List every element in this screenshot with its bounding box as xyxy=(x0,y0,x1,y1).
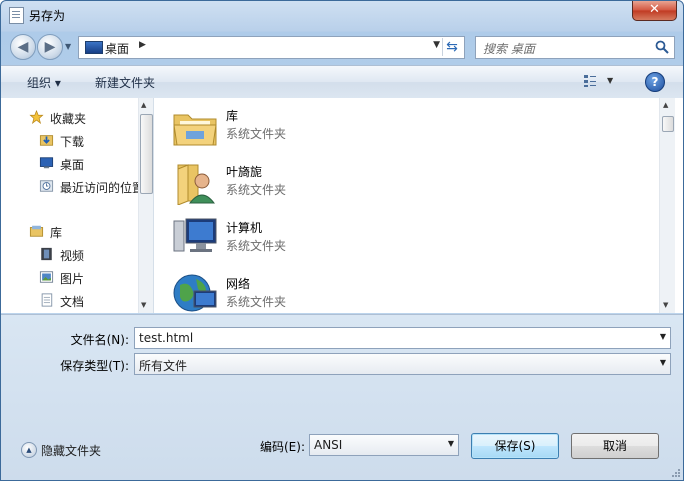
encoding-value: ANSI xyxy=(314,438,343,452)
search-placeholder: 搜索 桌面 xyxy=(483,42,535,56)
sidebar-item-label: 最近访问的位置 xyxy=(60,181,145,195)
encoding-select[interactable]: ANSI ▼ xyxy=(309,434,459,456)
scroll-down-icon[interactable]: ▼ xyxy=(663,301,668,309)
file-type: 系统文件夹 xyxy=(226,295,287,309)
cancel-button[interactable]: 取消 xyxy=(571,433,659,459)
library-icon xyxy=(29,225,44,237)
file-name: 叶旖旎 xyxy=(226,165,263,179)
sidebar-item-label: 视频 xyxy=(60,249,85,263)
help-button[interactable]: ? xyxy=(645,72,665,92)
sidebar-item-label: 文档 xyxy=(60,295,85,309)
window-title: 另存为 xyxy=(29,9,66,23)
sidebar-item-libraries[interactable]: 库 xyxy=(1,222,138,242)
encoding-label: 编码(E): xyxy=(260,440,305,454)
sidebar-item-desktop[interactable]: 桌面 xyxy=(1,154,138,174)
address-bar[interactable]: 桌面 ▶ ▼ ⇆ xyxy=(78,36,465,59)
forward-button[interactable]: ▶ xyxy=(37,34,63,60)
pictures-icon xyxy=(39,271,54,283)
file-list-scrollbar[interactable]: ▲ ▼ xyxy=(659,98,675,313)
computer-icon xyxy=(173,218,217,252)
filename-field[interactable]: test.html ▼ xyxy=(134,327,671,349)
user-folder-icon xyxy=(177,164,216,205)
organize-menu-button[interactable]: 组织 ▾ xyxy=(27,74,61,91)
view-options-icon[interactable] xyxy=(583,74,597,88)
desktop-location-icon xyxy=(85,41,103,54)
new-folder-button[interactable]: 新建文件夹 xyxy=(95,74,155,91)
scrollbar-thumb[interactable] xyxy=(140,114,153,194)
file-type: 系统文件夹 xyxy=(226,127,287,141)
save-as-dialog: 另存为 ✕ ◀ ▶ ▼ 桌面 ▶ ▼ ⇆ 搜索 桌面 组织 ▾ 新建文件夹 ▼ … xyxy=(0,0,684,481)
chevron-down-icon[interactable]: ▼ xyxy=(660,358,666,367)
breadcrumb-chevron-icon[interactable]: ▶ xyxy=(139,40,146,50)
network-icon xyxy=(173,274,217,312)
filetype-value: 所有文件 xyxy=(139,359,188,373)
notepad-icon xyxy=(9,7,24,24)
sidebar-item-label: 图片 xyxy=(60,272,85,286)
sidebar-item-downloads[interactable]: 下载 xyxy=(1,131,138,151)
sidebar-item-pictures[interactable]: 图片 xyxy=(1,268,138,288)
file-name: 网络 xyxy=(226,277,251,291)
resize-grip-icon[interactable] xyxy=(671,468,681,478)
scroll-up-icon[interactable]: ▲ xyxy=(141,101,146,109)
view-dropdown-icon[interactable]: ▼ xyxy=(607,76,613,85)
sidebar-item-videos[interactable]: 视频 xyxy=(1,245,138,265)
sidebar-item-label: 收藏夹 xyxy=(50,112,87,126)
recent-places-icon xyxy=(39,180,54,192)
download-folder-icon xyxy=(39,135,54,146)
filetype-select[interactable]: 所有文件 ▼ xyxy=(134,353,671,375)
navigation-bar: ◀ ▶ ▼ 桌面 ▶ ▼ ⇆ 搜索 桌面 xyxy=(1,31,683,63)
sidebar-item-label: 下载 xyxy=(60,135,85,149)
list-item[interactable]: 计算机 系统文件夹 xyxy=(172,215,372,265)
collapse-icon: ▲ xyxy=(21,442,37,458)
scrollbar-thumb[interactable] xyxy=(662,116,674,132)
navigation-pane: 收藏夹 下载 桌面 最近访问的位置 库 视频 图片 文档 ▲ ▼ xyxy=(1,98,154,313)
search-input[interactable]: 搜索 桌面 xyxy=(475,36,675,59)
close-button[interactable]: ✕ xyxy=(632,1,677,21)
file-type: 系统文件夹 xyxy=(226,239,287,253)
list-item[interactable]: 库 系统文件夹 xyxy=(172,103,372,153)
back-button[interactable]: ◀ xyxy=(10,34,36,60)
filetype-label: 保存类型(T): xyxy=(60,359,129,373)
scroll-down-icon[interactable]: ▼ xyxy=(141,301,146,309)
sidebar-item-label: 桌面 xyxy=(60,158,85,172)
address-location[interactable]: 桌面 xyxy=(105,40,129,57)
chevron-down-icon[interactable]: ▼ xyxy=(660,332,666,341)
file-type: 系统文件夹 xyxy=(226,183,287,197)
hide-folders-label: 隐藏文件夹 xyxy=(41,444,102,458)
navigation-pane-scrollbar[interactable]: ▲ ▼ xyxy=(138,98,153,313)
save-button[interactable]: 保存(S) xyxy=(471,433,559,459)
desktop-icon xyxy=(39,157,54,169)
sidebar-item-favorites[interactable]: 收藏夹 xyxy=(1,108,138,128)
star-icon xyxy=(29,110,44,124)
video-icon xyxy=(41,247,52,261)
file-name: 计算机 xyxy=(226,221,263,235)
command-toolbar: 组织 ▾ 新建文件夹 ▼ ? xyxy=(1,65,683,99)
list-item[interactable]: 叶旖旎 系统文件夹 xyxy=(172,159,372,209)
file-name: 库 xyxy=(226,109,239,123)
refresh-icon[interactable]: ⇆ xyxy=(442,38,461,56)
documents-icon xyxy=(41,293,53,307)
file-list: 库 系统文件夹 叶旖旎 系统文件夹 计算机 系统文件夹 网络 系统文件夹 xyxy=(154,98,683,313)
sidebar-item-recent-places[interactable]: 最近访问的位置 xyxy=(1,177,144,197)
filename-label: 文件名(N): xyxy=(70,333,129,347)
sidebar-item-documents[interactable]: 文档 xyxy=(1,291,138,311)
sidebar-item-label: 库 xyxy=(50,226,63,240)
chevron-down-icon[interactable]: ▼ xyxy=(448,439,454,448)
filename-value[interactable]: test.html xyxy=(139,331,193,345)
title-bar[interactable]: 另存为 ✕ xyxy=(1,1,683,29)
recent-locations-dropdown-icon[interactable]: ▼ xyxy=(65,42,71,51)
scroll-up-icon[interactable]: ▲ xyxy=(663,101,668,109)
library-folder-icon xyxy=(173,114,217,146)
address-dropdown-icon[interactable]: ▼ xyxy=(433,40,440,50)
search-icon[interactable] xyxy=(654,39,670,55)
